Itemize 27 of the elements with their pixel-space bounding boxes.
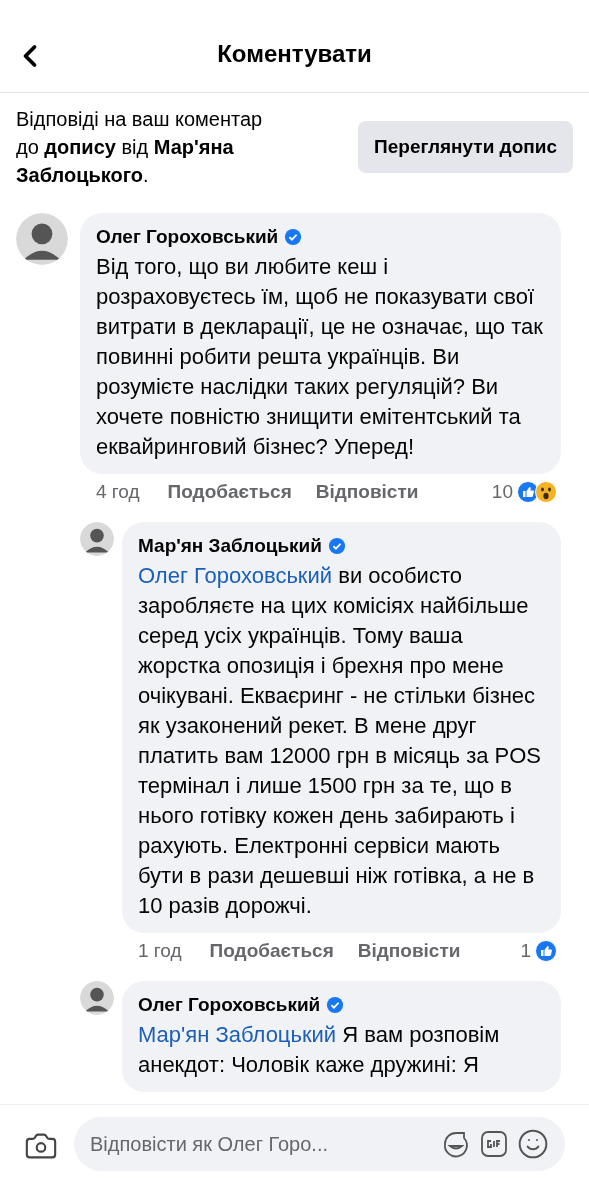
comment-time: 1 год <box>138 938 182 963</box>
comment-author[interactable]: Олег Гороховський <box>96 223 279 252</box>
comment-text: Від того, що ви любите кеш і розраховуєтесь їм, щоб не показувати свої витрати в декларації, це не означає, що так повинні робити решта українців. Ви розумієте наслідки таких регуляцій? Ви хочете повністю знищити емітентський та еквайринговий бізнес? Уперед! <box>96 252 544 461</box>
banner-text: Відповіді на ваш коментар до допису від Мар'яна Заблоцького. <box>16 107 264 188</box>
comment-text: Мар'ян Заблоцький Я вам розповім анекдот: Чоловік каже дружині: Я <box>138 1020 501 1079</box>
like-link[interactable]: Подобається <box>167 477 292 506</box>
comment-author[interactable]: Мар'ян Заблоцький <box>138 532 322 561</box>
emoji-icon[interactable] <box>517 1128 549 1160</box>
page-title: Коментувати <box>217 39 372 69</box>
reply-link[interactable]: Відповісти <box>315 477 419 506</box>
mention-link[interactable]: Олег Гороховський <box>138 562 333 588</box>
comment-text: Олег Гороховський ви особисто заробляєте на цих комісіях найбільше серед усіх українців. Тому ваша жорстка опозиція і брехня про мене очікувані. Екваєринг - не стільки бізнес як узаконений рекет. В мене друг платить вам 12000 грн в місяць за POS термінал і лише 1500 грн за те, що в нього готівку кожен день забирають і рахують. Електронні сервіси мають бути в рази дешевші ніж готівка, а не в 10 разів дорожчі. <box>138 561 543 920</box>
reply-link[interactable]: Відповісти <box>357 936 461 965</box>
avatar[interactable] <box>80 981 114 1015</box>
sticker-icon[interactable] <box>441 1129 471 1159</box>
gif-icon[interactable] <box>479 1129 509 1159</box>
reaction-count: 10 <box>491 479 513 504</box>
reaction-count: 1 <box>520 938 531 963</box>
mention-link[interactable]: Мар'ян Заблоцький <box>138 1021 337 1047</box>
comment-author[interactable]: Олег Гороховський <box>138 991 321 1020</box>
avatar[interactable] <box>80 522 114 556</box>
avatar[interactable] <box>16 213 68 265</box>
reply-input[interactable]: Відповісти як Олег Горо... <box>74 1117 565 1171</box>
comment-time: 4 год <box>96 479 140 504</box>
like-link[interactable]: Подобається <box>209 936 334 965</box>
view-post-button[interactable]: Переглянути допис <box>358 120 573 174</box>
reply-field[interactable]: Відповісти як Олег Горо... <box>90 1129 433 1159</box>
